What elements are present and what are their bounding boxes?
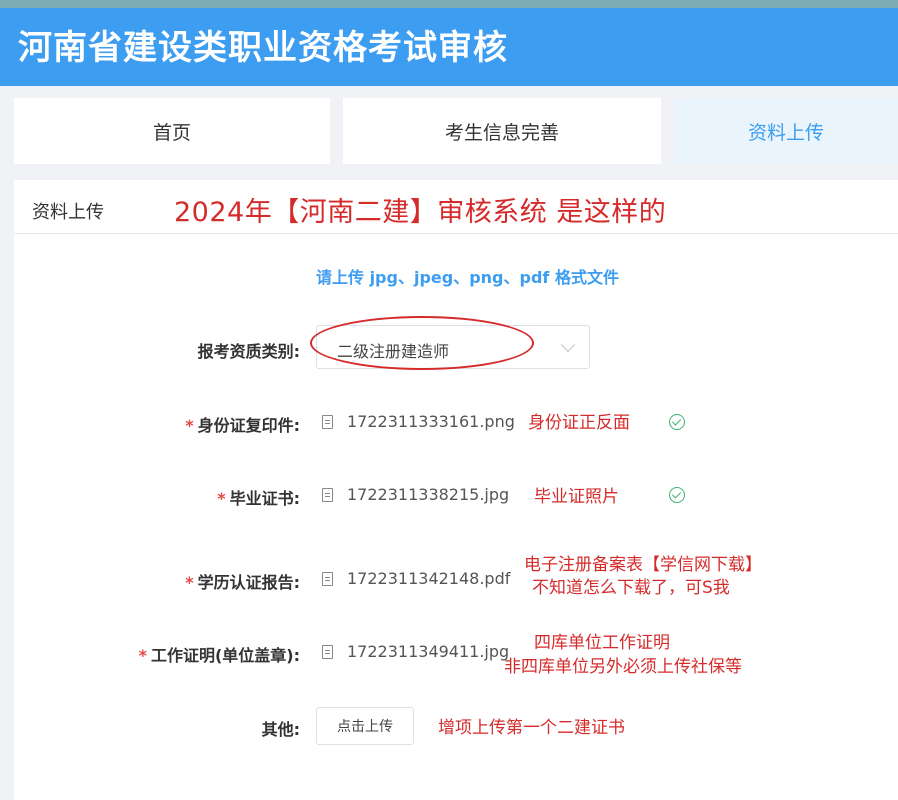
document-icon xyxy=(322,414,333,429)
panel-title: 资料上传 xyxy=(32,202,104,223)
diploma-file[interactable]: 1722311338215.jpg xyxy=(322,485,509,504)
panel-header: 资料上传 2024年【河南二建】审核系统 是这样的 xyxy=(14,180,898,234)
degree-report-file[interactable]: 1722311342148.pdf xyxy=(322,569,510,588)
qualification-select-value: 二级注册建造师 xyxy=(337,342,450,361)
annotation-id-card: 身份证正反面 xyxy=(528,413,630,433)
upload-panel: 资料上传 2024年【河南二建】审核系统 是这样的 请上传 jpg、jpeg、p… xyxy=(14,180,898,800)
file-format-hint: 请上传 jpg、jpeg、png、pdf 格式文件 xyxy=(316,268,619,287)
id-card-label-text: 身份证复印件: xyxy=(197,416,300,435)
required-mark: * xyxy=(138,646,147,665)
id-card-label: * 身份证复印件: xyxy=(20,412,300,436)
document-icon xyxy=(322,487,333,502)
degree-report-filename: 1722311342148.pdf xyxy=(347,569,511,588)
qualification-label: 报考资质类别: xyxy=(197,342,300,361)
check-circle-icon xyxy=(669,414,685,430)
tab-bar: 首页 考生信息完善 资料上传 xyxy=(0,86,898,180)
degree-report-label-text: 学历认证报告: xyxy=(197,573,300,592)
tab-document-upload[interactable]: 资料上传 xyxy=(674,98,898,164)
diploma-filename: 1722311338215.jpg xyxy=(347,485,510,504)
check-circle-icon xyxy=(669,487,685,503)
required-mark: * xyxy=(185,573,194,592)
id-card-file[interactable]: 1722311333161.png xyxy=(322,412,515,431)
degree-report-label: * 学历认证报告: xyxy=(20,569,300,593)
annotation-other: 增项上传第一个二建证书 xyxy=(438,718,625,738)
annotation-headline: 2024年【河南二建】审核系统 是这样的 xyxy=(174,197,667,228)
work-proof-label-text: 工作证明(单位盖章): xyxy=(150,646,300,665)
annotation-degree-line1: 电子注册备案表【学信网下载】 xyxy=(524,555,762,575)
tab-home[interactable]: 首页 xyxy=(14,98,330,164)
work-proof-filename: 1722311349411.jpg xyxy=(347,642,510,661)
other-label: 其他: xyxy=(261,720,300,739)
annotation-work-line2: 非四库单位另外必须上传社保等 xyxy=(504,657,742,677)
tab-candidate-info[interactable]: 考生信息完善 xyxy=(343,98,661,164)
annotation-work-line1: 四库单位工作证明 xyxy=(534,633,670,653)
annotation-degree-line2: 不知道怎么下载了，可S我 xyxy=(532,578,730,598)
header-strip xyxy=(0,0,898,8)
required-mark: * xyxy=(185,416,194,435)
page-title: 河南省建设类职业资格考试审核 xyxy=(18,28,508,68)
id-card-filename: 1722311333161.png xyxy=(347,412,515,431)
document-icon xyxy=(322,571,333,586)
diploma-label-text: 毕业证书: xyxy=(229,489,300,508)
work-proof-label: * 工作证明(单位盖章): xyxy=(20,642,300,666)
required-mark: * xyxy=(217,489,226,508)
qualification-select[interactable]: 二级注册建造师 xyxy=(316,325,590,369)
upload-button[interactable]: 点击上传 xyxy=(316,707,414,745)
header-bar: 河南省建设类职业资格考试审核 xyxy=(0,0,898,86)
annotation-diploma: 毕业证照片 xyxy=(534,487,619,507)
chevron-down-icon xyxy=(560,337,576,353)
document-icon xyxy=(322,644,333,659)
diploma-label: * 毕业证书: xyxy=(20,485,300,509)
work-proof-file[interactable]: 1722311349411.jpg xyxy=(322,642,509,661)
